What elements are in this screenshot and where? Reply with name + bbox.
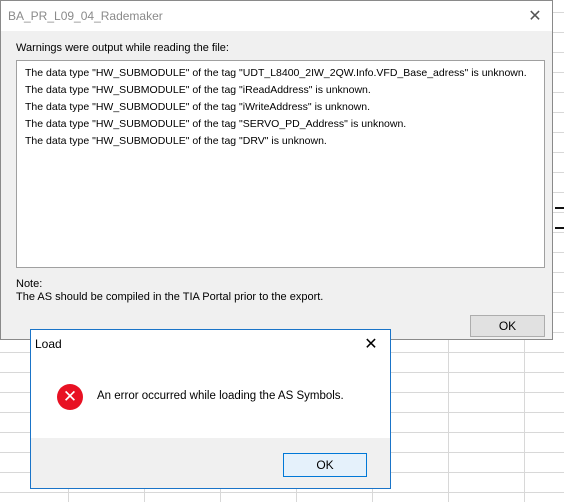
list-item: The data type "HW_SUBMODULE" of the tag … bbox=[25, 67, 527, 79]
load-dialog-title: Load bbox=[35, 337, 62, 351]
list-item: The data type "HW_SUBMODULE" of the tag … bbox=[25, 84, 371, 96]
load-dialog: Load ✕ ✕ An error occurred while loading… bbox=[30, 329, 391, 489]
close-icon[interactable]: ✕ bbox=[524, 5, 546, 27]
warnings-title-bar: BA_PR_L09_04_Rademaker ✕ bbox=[1, 1, 552, 31]
load-dialog-body: ✕ An error occurred while loading the AS… bbox=[31, 358, 390, 438]
list-item: The data type "HW_SUBMODULE" of the tag … bbox=[25, 101, 371, 113]
background-mark bbox=[555, 207, 564, 209]
list-item: The data type "HW_SUBMODULE" of the tag … bbox=[25, 118, 407, 130]
load-dialog-title-bar: Load ✕ bbox=[31, 330, 390, 358]
warnings-window: BA_PR_L09_04_Rademaker ✕ Warnings were o… bbox=[0, 0, 553, 340]
list-item: The data type "HW_SUBMODULE" of the tag … bbox=[25, 135, 327, 147]
note-label: Note: bbox=[16, 278, 43, 290]
note-text: The AS should be compiled in the TIA Por… bbox=[16, 291, 324, 303]
warnings-ok-button[interactable]: OK bbox=[470, 315, 545, 337]
warnings-list[interactable]: The data type "HW_SUBMODULE" of the tag … bbox=[16, 60, 545, 268]
error-message: An error occurred while loading the AS S… bbox=[97, 390, 344, 402]
load-ok-button[interactable]: OK bbox=[283, 453, 367, 477]
background-mark bbox=[555, 227, 564, 229]
error-icon: ✕ bbox=[57, 384, 83, 410]
warnings-intro: Warnings were output while reading the f… bbox=[16, 42, 229, 54]
warnings-window-title: BA_PR_L09_04_Rademaker bbox=[8, 9, 163, 23]
close-icon[interactable]: ✕ bbox=[360, 333, 382, 355]
